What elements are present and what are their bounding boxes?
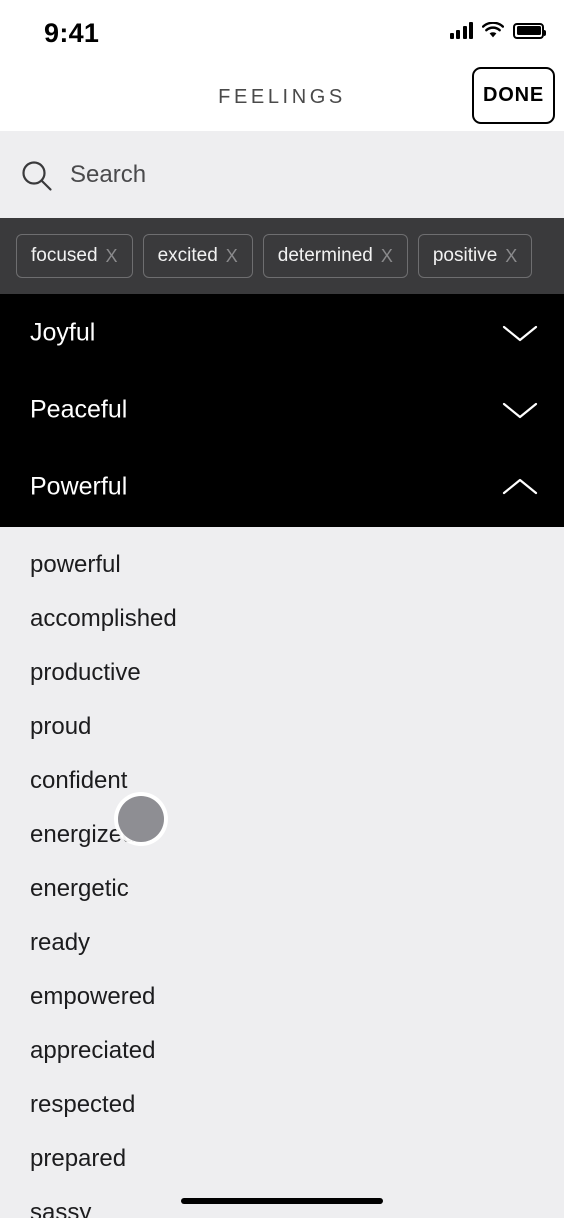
chip-remove-icon[interactable]: X <box>106 247 118 265</box>
chip-positive[interactable]: positive X <box>417 234 533 278</box>
signal-bars-icon <box>449 22 473 39</box>
feeling-item[interactable]: productive <box>30 659 141 687</box>
done-button[interactable]: DONE <box>472 67 555 124</box>
status-time: 9:41 <box>44 18 100 48</box>
accordion-row-powerful[interactable]: Powerful <box>0 448 564 525</box>
feeling-item[interactable]: ready <box>30 929 90 957</box>
accordion-label: Peaceful <box>30 395 128 423</box>
chip-label: excited <box>157 245 218 266</box>
chip-label: focused <box>31 245 98 266</box>
phone-screen: 9:41 FEELINGS DONE Search focused X exci… <box>0 0 564 1218</box>
chevron-down-icon[interactable] <box>501 399 539 421</box>
battery-full-icon <box>513 22 546 39</box>
chip-label: positive <box>432 245 498 266</box>
feeling-item[interactable]: empowered <box>30 983 155 1011</box>
search-icon <box>21 160 53 192</box>
feeling-item[interactable]: accomplished <box>30 605 177 633</box>
feeling-item[interactable]: respected <box>30 1091 135 1119</box>
chip-focused[interactable]: focused X <box>16 234 133 278</box>
search-input[interactable] <box>70 158 540 192</box>
chevron-down-icon[interactable] <box>501 322 539 344</box>
nav-bar: FEELINGS DONE <box>0 62 564 131</box>
chip-label: determined <box>277 245 373 266</box>
home-indicator <box>181 1198 383 1204</box>
feeling-item[interactable]: confident <box>30 767 127 795</box>
feeling-item[interactable]: appreciated <box>30 1037 155 1065</box>
accordion-label: Powerful <box>30 472 128 500</box>
status-icons <box>449 21 546 39</box>
feeling-item[interactable]: powerful <box>30 551 121 579</box>
status-bar: 9:41 <box>0 0 564 62</box>
accordion-row-peaceful[interactable]: Peaceful <box>0 371 564 448</box>
search-bar <box>0 131 564 218</box>
accordion-label: Joyful <box>30 318 96 346</box>
accordion-row-joyful[interactable]: Joyful <box>0 294 564 371</box>
feeling-item[interactable]: sassy <box>30 1199 91 1218</box>
chip-remove-icon[interactable]: X <box>226 247 238 265</box>
chip-remove-icon[interactable]: X <box>505 247 517 265</box>
wifi-icon <box>481 21 505 39</box>
selected-feelings-chip-bar: focused Xexcited Xdetermined Xpositive X <box>0 218 564 294</box>
chip-excited[interactable]: excited X <box>142 234 253 278</box>
chip-determined[interactable]: determined X <box>262 234 408 278</box>
chip-remove-icon[interactable]: X <box>381 247 393 265</box>
feeling-item[interactable]: energetic <box>30 875 129 903</box>
feeling-item[interactable]: proud <box>30 713 91 741</box>
feeling-item[interactable]: energized <box>30 821 135 849</box>
chevron-up-icon[interactable] <box>501 476 539 498</box>
feeling-categories-accordion: Joyful Peaceful Powerful <box>0 294 564 527</box>
feeling-item[interactable]: prepared <box>30 1145 126 1173</box>
feelings-list: powerful accomplished productive proud confi… <box>0 527 564 1218</box>
